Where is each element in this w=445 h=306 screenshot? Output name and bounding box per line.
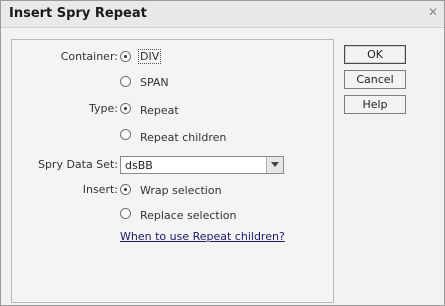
insert-wrap-label[interactable]: Wrap selection: [140, 184, 222, 197]
type-repeat-children-label[interactable]: Repeat children: [140, 131, 226, 144]
chevron-down-icon[interactable]: [266, 157, 283, 173]
cancel-button[interactable]: Cancel: [344, 70, 406, 89]
options-panel: Container: DIV SPAN Type: Repeat Repeat …: [11, 39, 334, 303]
insert-spry-repeat-dialog: Insert Spry Repeat ✕ Container: DIV SPAN…: [0, 0, 445, 306]
dialog-title: Insert Spry Repeat: [9, 6, 147, 21]
ok-button[interactable]: OK: [344, 45, 406, 64]
title-bar: Insert Spry Repeat ✕: [1, 1, 444, 28]
type-repeat-children-radio[interactable]: [120, 129, 131, 140]
insert-replace-label[interactable]: Replace selection: [140, 209, 236, 222]
container-label: Container:: [60, 50, 118, 63]
container-div-label[interactable]: DIV: [138, 49, 162, 64]
dataset-select[interactable]: dsBB: [120, 156, 284, 174]
insert-replace-radio[interactable]: [120, 208, 131, 219]
type-repeat-radio[interactable]: [120, 103, 131, 114]
container-div-radio[interactable]: [120, 51, 131, 62]
help-button[interactable]: Help: [344, 95, 406, 114]
container-span-label[interactable]: SPAN: [140, 76, 169, 89]
container-span-radio[interactable]: [120, 76, 131, 87]
type-label: Type:: [89, 102, 118, 115]
insert-wrap-radio[interactable]: [120, 184, 131, 195]
insert-label: Insert:: [82, 183, 118, 196]
close-icon[interactable]: ✕: [426, 5, 440, 19]
type-repeat-label[interactable]: Repeat: [140, 104, 179, 117]
dataset-label: Spry Data Set:: [37, 158, 118, 171]
dataset-value: dsBB: [125, 159, 153, 172]
help-link[interactable]: When to use Repeat children?: [120, 230, 285, 243]
